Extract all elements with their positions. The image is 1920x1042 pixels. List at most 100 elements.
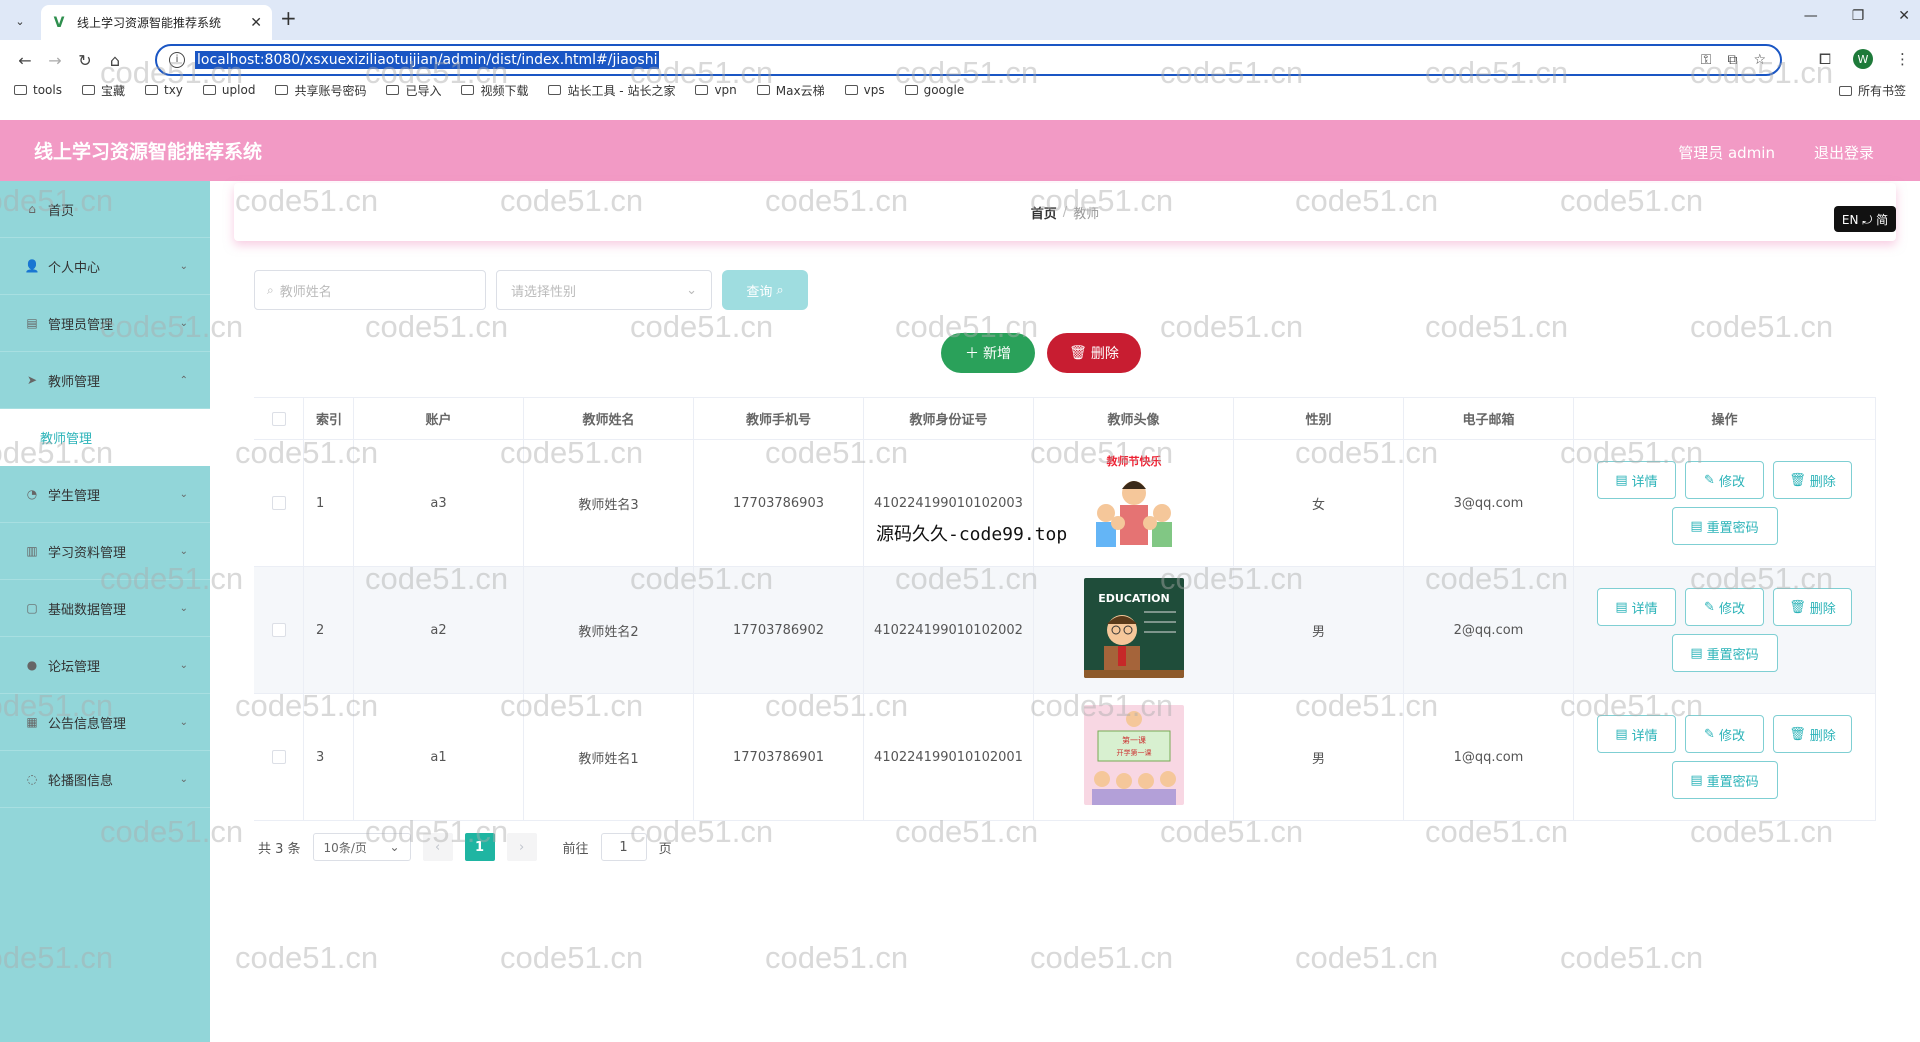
extensions-icon[interactable]: ⧠ bbox=[1819, 50, 1831, 68]
window-close-icon[interactable]: ✕ bbox=[1898, 8, 1910, 24]
teacher-avatar[interactable]: EDUCATION bbox=[1083, 578, 1184, 682]
page-size-value: 10条/页 bbox=[323, 840, 367, 855]
goto-page-input[interactable]: 1 bbox=[600, 833, 647, 861]
breadcrumb-home[interactable]: 首页 bbox=[1031, 203, 1057, 222]
detail-button[interactable]: ▤ 详情 bbox=[1597, 461, 1676, 499]
bookmark-item[interactable]: vps bbox=[844, 83, 885, 97]
delete-button[interactable]: 🗑 删除 bbox=[1773, 715, 1852, 753]
sidebar-item[interactable]: ➤ 教师管理 ⌃ bbox=[0, 352, 210, 409]
reset-password-button[interactable]: ▤ 重置密码 bbox=[1671, 634, 1778, 672]
teacher-table: 索引 账户 教师姓名 教师手机号 教师身份证号 教师头像 性别 电子邮箱 操作 1 a3 教师姓名3 1… bbox=[254, 397, 1876, 821]
logout-link[interactable]: 退出登录 bbox=[1814, 142, 1874, 163]
edit-button[interactable]: ✎ 修改 bbox=[1685, 461, 1764, 499]
detail-button[interactable]: ▤ 详情 bbox=[1597, 588, 1676, 626]
sidebar-item[interactable]: ◌ 轮播图信息 ⌄ bbox=[0, 751, 210, 808]
submenu-item-teacher[interactable]: 教师管理 bbox=[0, 409, 210, 466]
edit-button[interactable]: ✎ 修改 bbox=[1685, 715, 1764, 753]
bookmark-star-icon[interactable]: ☆ bbox=[1753, 52, 1766, 68]
bookmark-item[interactable]: txy bbox=[145, 83, 183, 97]
next-page-button[interactable]: › bbox=[506, 833, 537, 861]
search-icon: ⌕ bbox=[267, 282, 274, 297]
browser-tab[interactable]: V 线上学习资源智能推荐系统 ✕ bbox=[41, 5, 272, 40]
all-bookmarks-label: 所有书签 bbox=[1857, 84, 1906, 98]
svg-text:开学第一课: 开学第一课 bbox=[1116, 748, 1151, 757]
home-browser-icon[interactable]: ⌂ bbox=[100, 51, 130, 70]
browser-menu-icon[interactable]: ⋮ bbox=[1895, 50, 1910, 68]
bookmark-item[interactable]: vpn bbox=[695, 83, 737, 97]
admin-icon: ▤ bbox=[26, 316, 38, 330]
prev-page-button[interactable]: ‹ bbox=[422, 833, 453, 861]
sidebar-item[interactable]: ▦ 公告信息管理 ⌄ bbox=[0, 694, 210, 751]
new-tab-icon[interactable]: + bbox=[280, 6, 297, 30]
bookmark-label: 视频下载 bbox=[480, 83, 529, 98]
sidebar-item[interactable]: ◔ 学生管理 ⌄ bbox=[0, 466, 210, 523]
reset-password-button[interactable]: ▤ 重置密码 bbox=[1671, 507, 1778, 545]
address-bar[interactable]: i localhost:8080/xsxuexiziliaotuijian/ad… bbox=[155, 44, 1782, 76]
cell-gender: 男 bbox=[1234, 567, 1404, 693]
breadcrumb-separator: / bbox=[1062, 204, 1068, 220]
row-checkbox[interactable] bbox=[271, 496, 286, 510]
forward-icon[interactable]: → bbox=[40, 51, 70, 70]
sidebar-item-label: 管理员管理 bbox=[48, 317, 114, 333]
site-info-icon[interactable]: i bbox=[169, 52, 185, 68]
detail-button[interactable]: ▤ 详情 bbox=[1597, 715, 1676, 753]
carousel-icon: ◌ bbox=[26, 772, 38, 786]
sidebar-item[interactable]: 👤 个人中心 ⌄ bbox=[0, 238, 210, 295]
bookmark-item[interactable]: 视频下载 bbox=[461, 82, 528, 99]
sidebar-item[interactable]: ● 论坛管理 ⌄ bbox=[0, 637, 210, 694]
profile-avatar[interactable]: W bbox=[1853, 49, 1873, 69]
row-checkbox[interactable] bbox=[271, 750, 286, 764]
current-user: 管理员 admin bbox=[1678, 144, 1775, 162]
teacher-avatar[interactable]: 第一课 开学第一课 bbox=[1083, 705, 1184, 809]
sidebar-item[interactable]: ⌂ 首页 bbox=[0, 181, 210, 238]
bookmark-item[interactable]: 宝藏 bbox=[81, 82, 125, 99]
chevron-down-icon: ⌄ bbox=[179, 602, 188, 614]
reset-label: 重置密码 bbox=[1706, 647, 1759, 663]
bookmark-item[interactable]: 共享账号密码 bbox=[275, 82, 366, 99]
gender-select[interactable]: 请选择性别 ⌄ bbox=[496, 270, 712, 310]
bookmark-item[interactable]: tools bbox=[14, 83, 62, 97]
restore-icon[interactable]: ❐ bbox=[1852, 8, 1865, 24]
language-toggle[interactable]: EN ⤾ 简 bbox=[1834, 206, 1896, 232]
reload-icon[interactable]: ↻ bbox=[70, 51, 100, 70]
bookmark-item[interactable]: google bbox=[904, 83, 964, 97]
edit-button[interactable]: ✎ 修改 bbox=[1685, 588, 1764, 626]
delete-button[interactable]: 🗑 删除 bbox=[1773, 588, 1852, 626]
sidebar-item[interactable]: ▤ 管理员管理 ⌄ bbox=[0, 295, 210, 352]
bookmark-item[interactable]: 已导入 bbox=[386, 82, 441, 99]
page-size-select[interactable]: 10条/页 ⌄ bbox=[312, 833, 411, 861]
submenu-label: 教师管理 bbox=[40, 432, 93, 447]
back-icon[interactable]: ← bbox=[10, 51, 40, 70]
bookmark-item[interactable]: Max云梯 bbox=[756, 82, 825, 99]
trash-icon: 🗑 bbox=[1069, 345, 1087, 361]
screenshot-icon[interactable]: ⧉ bbox=[1727, 52, 1737, 68]
edit-label: 修改 bbox=[1718, 601, 1745, 617]
batch-delete-button[interactable]: 🗑 删除 bbox=[1047, 333, 1141, 373]
goto-suffix: 页 bbox=[658, 841, 672, 857]
reset-password-button[interactable]: ▤ 重置密码 bbox=[1671, 761, 1778, 799]
teacher-name-input[interactable]: ⌕ 教师姓名 bbox=[254, 270, 486, 310]
sidebar-item[interactable]: ▢ 基础数据管理 ⌄ bbox=[0, 580, 210, 637]
column-header: 教师身份证号 bbox=[864, 398, 1034, 439]
row-checkbox[interactable] bbox=[271, 623, 286, 637]
select-all-checkbox[interactable] bbox=[271, 411, 286, 426]
add-button[interactable]: ＋ 新增 bbox=[941, 333, 1035, 373]
tab-close-icon[interactable]: ✕ bbox=[250, 15, 262, 31]
folder-icon bbox=[1838, 85, 1852, 96]
bookmark-item[interactable]: uplod bbox=[202, 83, 255, 97]
sidebar-item-label: 学习资料管理 bbox=[48, 545, 127, 561]
key-icon[interactable]: ⚿ bbox=[1701, 52, 1712, 68]
reset-label: 重置密码 bbox=[1706, 774, 1759, 790]
query-button[interactable]: 查询 ⌕ bbox=[722, 270, 808, 310]
sidebar-item[interactable]: ▥ 学习资料管理 ⌄ bbox=[0, 523, 210, 580]
teacher-avatar[interactable]: 教师节快乐 bbox=[1083, 451, 1184, 555]
bookmark-item[interactable]: 站长工具 - 站长之家 bbox=[548, 82, 675, 99]
cell-name: 教师姓名3 bbox=[524, 440, 694, 566]
delete-button[interactable]: 🗑 删除 bbox=[1773, 461, 1852, 499]
url-text[interactable]: localhost:8080/xsxuexiziliaotuijian/admi… bbox=[195, 51, 660, 69]
page-number-current[interactable]: 1 bbox=[464, 833, 495, 861]
all-bookmarks[interactable]: 所有书签 bbox=[1838, 82, 1906, 99]
svg-text:第一课: 第一课 bbox=[1122, 735, 1146, 745]
minimize-icon[interactable]: — bbox=[1804, 8, 1818, 24]
tab-search-icon[interactable]: ⌄ bbox=[8, 9, 32, 33]
